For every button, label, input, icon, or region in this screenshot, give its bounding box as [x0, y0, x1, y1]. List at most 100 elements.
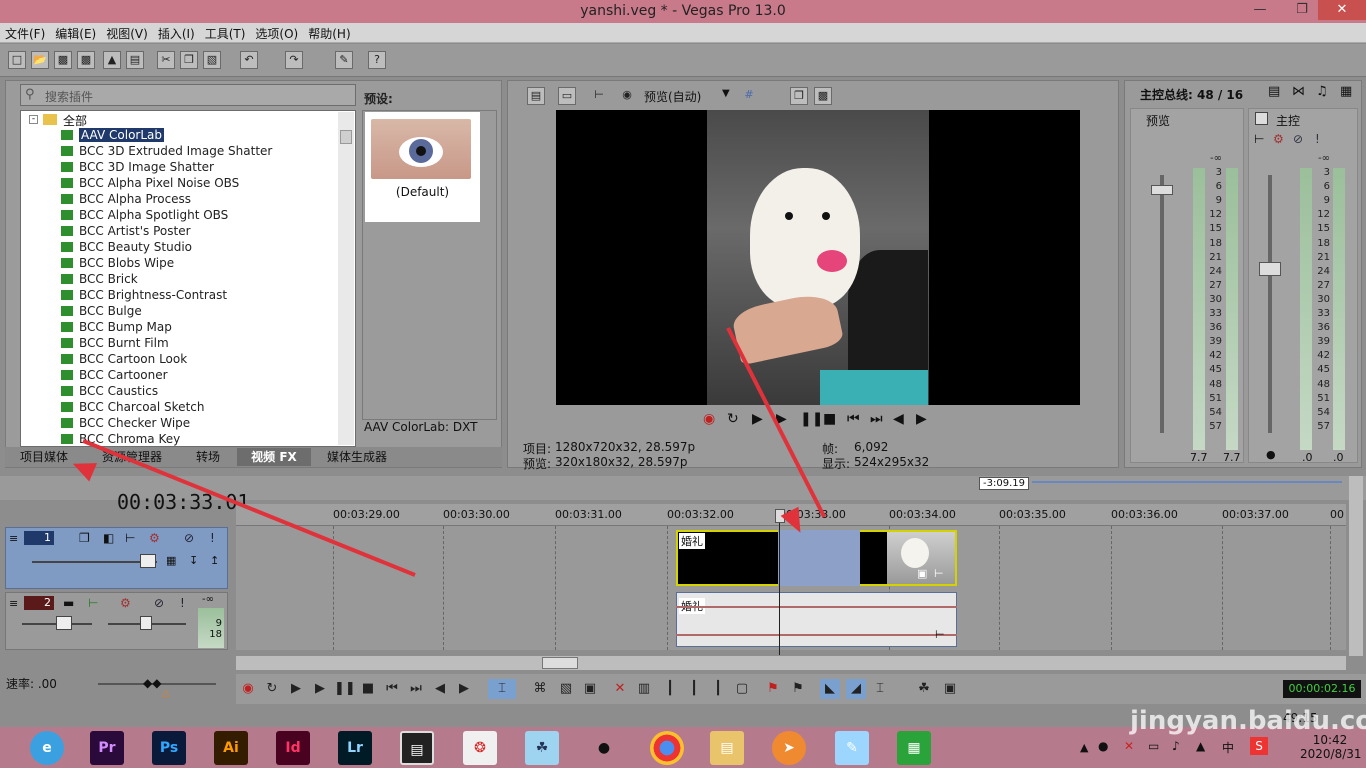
- snap-icon[interactable]: ◢: [846, 679, 866, 699]
- system-clock[interactable]: 10:42 2020/8/31: [1300, 733, 1362, 761]
- tray-wifi-icon[interactable]: ▲: [1196, 739, 1205, 753]
- plugin-list-item[interactable]: BCC Alpha Process: [61, 192, 191, 208]
- undo-icon[interactable]: ↶: [240, 51, 258, 69]
- loop-region-bar[interactable]: [1032, 481, 1342, 483]
- copy-snapshot-icon[interactable]: ❐: [790, 87, 808, 105]
- playhead[interactable]: [779, 510, 780, 655]
- normal-edit-tool-icon[interactable]: ⌶: [488, 679, 516, 699]
- pan-crop-icon[interactable]: ▣: [917, 567, 927, 580]
- app-lr[interactable]: Lr: [338, 731, 372, 765]
- redo-icon[interactable]: ↷: [285, 51, 303, 69]
- save-as-icon[interactable]: ▩: [77, 51, 95, 69]
- lock-icon[interactable]: ▢: [732, 679, 752, 699]
- plugin-list-item[interactable]: AAV ColorLab: [61, 128, 164, 144]
- track-header-video[interactable]: ≡ 1 ❐ ◧ ⊢ ⚙ ⊘ ! ▦ ↧ ↥: [5, 527, 228, 589]
- horizontal-scrollbar[interactable]: [236, 656, 1346, 670]
- loop-region-marker[interactable]: -3:09.19: [979, 477, 1029, 490]
- pause-icon[interactable]: ❚❚: [800, 411, 823, 427]
- tray-arrow-icon[interactable]: ▲: [1080, 741, 1088, 754]
- plugin-list-item[interactable]: BCC Burnt Film: [61, 336, 169, 352]
- menu-insert[interactable]: 插入(I): [153, 23, 200, 44]
- loop-icon[interactable]: ↻: [262, 679, 282, 699]
- vertical-scrollbar[interactable]: [1349, 476, 1363, 656]
- plugin-list-item[interactable]: BCC Brick: [61, 272, 138, 288]
- external-monitor-icon[interactable]: ▭: [558, 87, 576, 105]
- tray-network-warning-icon[interactable]: ✕: [1124, 739, 1134, 753]
- menu-edit[interactable]: 编辑(E): [50, 23, 101, 44]
- go-to-start-icon[interactable]: ⏮: [847, 411, 860, 427]
- plugin-list-item[interactable]: BCC Caustics: [61, 384, 158, 400]
- tray-qq-icon[interactable]: ●: [1098, 739, 1108, 753]
- preview-properties-icon[interactable]: ▤: [527, 87, 545, 105]
- notepad-icon[interactable]: ✎: [835, 731, 869, 765]
- collapse-icon[interactable]: -: [29, 115, 38, 124]
- envelope-tool-icon[interactable]: ⌘: [530, 679, 550, 699]
- ime-indicator[interactable]: 中: [1222, 739, 1234, 756]
- volume-slider[interactable]: [56, 616, 72, 630]
- cut-icon[interactable]: ✂: [157, 51, 175, 69]
- level-slider[interactable]: [140, 554, 156, 568]
- selection-tool-icon[interactable]: ▧: [556, 679, 576, 699]
- properties-icon[interactable]: ▤: [126, 51, 144, 69]
- track-fx-icon[interactable]: ⊢: [125, 531, 135, 545]
- plugin-list-item[interactable]: BCC Blobs Wipe: [61, 256, 174, 272]
- app-id[interactable]: Id: [276, 731, 310, 765]
- loop-icon[interactable]: ↻: [727, 411, 739, 427]
- gear-icon[interactable]: ⚙: [120, 596, 131, 610]
- stop-icon[interactable]: ■: [358, 679, 378, 699]
- chrome-icon[interactable]: [650, 731, 684, 765]
- copy-icon[interactable]: ❐: [180, 51, 198, 69]
- play-icon[interactable]: ▶: [310, 679, 330, 699]
- preview-fader[interactable]: [1151, 185, 1173, 195]
- pinwheel-icon[interactable]: ❂: [463, 731, 497, 765]
- split-icon[interactable]: ┃: [708, 679, 728, 699]
- bird-icon[interactable]: ➤: [772, 731, 806, 765]
- solo-icon[interactable]: !: [1315, 132, 1320, 146]
- menu-view[interactable]: 视图(V): [101, 23, 153, 44]
- collapse-track-icon[interactable]: ≡: [9, 532, 18, 545]
- record-icon[interactable]: ◉: [703, 411, 715, 427]
- prev-frame-icon[interactable]: ◀: [430, 679, 450, 699]
- sogou-ime-icon[interactable]: S: [1250, 737, 1268, 755]
- split-screen-icon[interactable]: ⊢: [590, 87, 608, 105]
- plugin-list-item[interactable]: BCC 3D Image Shatter: [61, 160, 214, 176]
- render-icon[interactable]: ▲: [103, 51, 121, 69]
- clip-fx-icon[interactable]: ⊢: [934, 567, 944, 580]
- snap-icon[interactable]: ✎: [335, 51, 353, 69]
- tree-scrollbar[interactable]: [338, 112, 354, 445]
- horizontal-scrollbar-thumb[interactable]: [542, 657, 578, 669]
- plugin-list-item[interactable]: BCC Alpha Spotlight OBS: [61, 208, 228, 224]
- tray-volume-icon[interactable]: ♪: [1172, 739, 1180, 753]
- new-icon[interactable]: □: [8, 51, 26, 69]
- trim-start-icon[interactable]: ┃: [660, 679, 680, 699]
- app-pr[interactable]: Pr: [90, 731, 124, 765]
- lock-icon[interactable]: ●: [1266, 448, 1276, 461]
- green-app-icon[interactable]: ▦: [897, 731, 931, 765]
- tab-transitions[interactable]: 转场: [183, 448, 233, 466]
- cat-icon[interactable]: ☘: [525, 731, 559, 765]
- plugin-list-item[interactable]: BCC Bump Map: [61, 320, 172, 336]
- mixer-options-icon[interactable]: ▦: [1340, 84, 1352, 99]
- app-ps[interactable]: Ps: [152, 731, 186, 765]
- tray-battery-icon[interactable]: ▭: [1148, 739, 1159, 753]
- auto-ripple-icon[interactable]: ◣: [820, 679, 840, 699]
- insert-fx-icon[interactable]: ⊢: [1254, 132, 1264, 146]
- pan-slider[interactable]: [140, 616, 152, 630]
- maximize-icon[interactable]: ❐: [1285, 0, 1319, 20]
- trim-icon[interactable]: ▥: [634, 679, 654, 699]
- master-fader[interactable]: [1259, 262, 1281, 276]
- marker-icon[interactable]: ⚑: [763, 679, 783, 699]
- track-header-audio[interactable]: ≡ 2 ▬ ⊢ ⚙ ⊘ ! -∞ 9 18: [5, 592, 228, 650]
- plugin-tree[interactable]: - 全部 AAV ColorLab BCC 3D Extruded Image S…: [20, 110, 356, 447]
- collapse-track-icon[interactable]: ≡: [9, 597, 18, 610]
- chevron-down-icon[interactable]: ▼: [722, 88, 730, 99]
- solo-icon[interactable]: !: [180, 596, 185, 610]
- plugin-list-item[interactable]: BCC 3D Extruded Image Shatter: [61, 144, 272, 160]
- close-icon[interactable]: ✕: [1318, 0, 1366, 20]
- go-to-start-icon[interactable]: ⏮: [382, 679, 402, 699]
- audio-clip[interactable]: [676, 592, 957, 647]
- lock-envelopes-icon[interactable]: ☘: [914, 679, 934, 699]
- record-icon[interactable]: ◉: [238, 679, 258, 699]
- solo-icon[interactable]: !: [210, 531, 215, 545]
- menu-tools[interactable]: 工具(T): [200, 23, 251, 44]
